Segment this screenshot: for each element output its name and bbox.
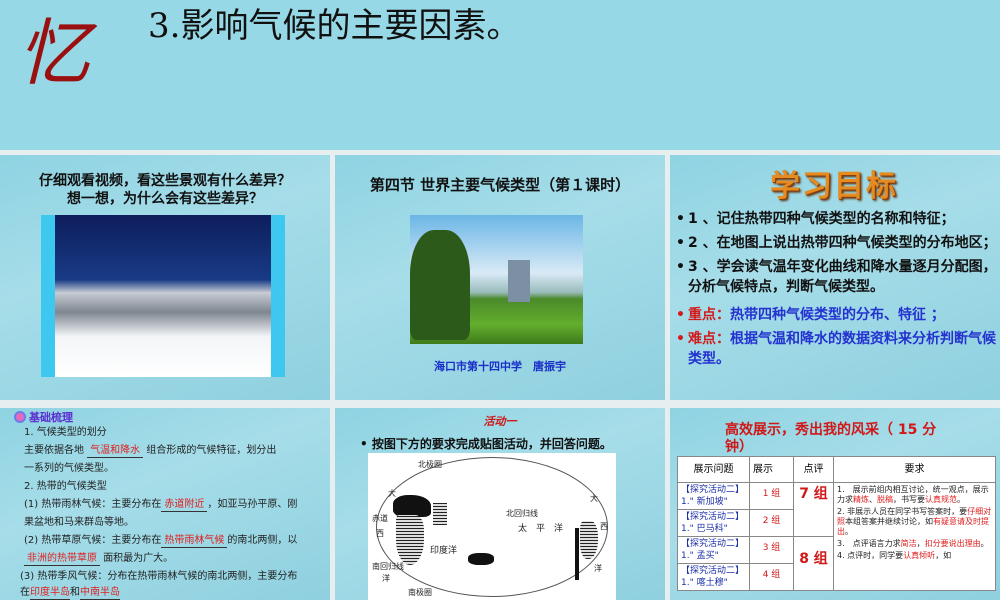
slide-presentation[interactable]: 高效展示，秀出我的风采（ 15 分钟） 展示问题 展示 点评 要求 【探究活动二】 1.… <box>670 408 1000 600</box>
goal-item: • 2 、在地图上说出热带四种气候类型的分布地区； <box>676 235 997 251</box>
slide-basic-review[interactable]: 基础梳理 1. 气候类型的划分 主要依据各地 气温和降水 组合形成的气候特征，划… <box>0 408 330 600</box>
slide-learning-goals[interactable]: 学习目标 • 1 、记住热带四种气候类型的名称和特征； • 2 、在地图上说出热带四… <box>670 155 1000 400</box>
slide-activity-one[interactable]: 活动一 • 按图下方的要求完成贴图活动，并回答问题。 赤道 北回归线 南回归线 … <box>335 408 665 600</box>
table-row: 【探究活动二】 1." 新加坡" 1 组7 组 1. 展示前组内相互讨论，统一观点，… <box>677 482 996 591</box>
bullet-icon <box>14 411 26 423</box>
basic-review-tag: 基础梳理 <box>14 411 73 424</box>
slide-video-question[interactable]: 仔细观看视频，看这些景观有什么差异？ 想一想，为什么会有这些差异？ <box>0 155 330 400</box>
question-text: 仔细观看视频，看这些景观有什么差异？ 想一想，为什么会有这些差异？ <box>39 173 291 207</box>
slide-cover[interactable]: 第四节 世界主要气候类型（第１课时） 海口市第十四中学 唐振宇 <box>335 155 665 400</box>
goals-list: • 1 、记住热带四种气候类型的名称和特征； • 2 、在地图上说出热带四种气候类型… <box>676 209 998 373</box>
goal-item: • 1 、记住热带四种气候类型的名称和特征； <box>676 211 955 227</box>
slide-review-factors[interactable]: 忆 3.影响气候的主要因素。 <box>0 0 1000 150</box>
cover-title: 第四节 世界主要气候类型（第１课时） <box>369 176 631 194</box>
review-text: 1. 气候类型的划分 主要依据各地 气温和降水 组合形成的气候特征，划分出 一系… <box>20 427 298 600</box>
recall-char-logo: 忆 <box>18 11 91 95</box>
answer-blank: 印度半岛 <box>30 587 70 600</box>
world-climate-map[interactable]: 赤道 北回归线 南回归线 太 平 洋 印度洋 大 西 洋 大 西 洋 北极圈 南… <box>368 453 616 600</box>
goals-heading: 学习目标 <box>770 169 898 204</box>
goal-item: • 3 、学会读气温年变化曲线和降水量逐月分配图，分析气候特点，判断气候类型。 <box>676 259 997 295</box>
tropical-park-image <box>410 215 583 344</box>
presentation-title: 高效展示，秀出我的风采（ 15 分钟） <box>725 422 937 455</box>
answer-blank: 气温和降水 <box>87 444 144 458</box>
difficult-point: • 难点：根据气温和降水的数据资料来分析判断气候类型。 <box>676 331 996 367</box>
activity-title: 活动一 <box>483 415 517 428</box>
snow-mountain-image <box>41 215 285 377</box>
author-text: 海口市第十四中学 唐振宇 <box>434 360 566 373</box>
answer-blank: 热带雨林气候 <box>161 534 228 548</box>
answer-blank: 赤道附近 <box>161 498 208 512</box>
activity-instruction: • 按图下方的要求完成贴图活动，并回答问题。 <box>360 437 612 451</box>
answer-blank: 非洲的热带草原 <box>24 552 100 566</box>
slide-title: 3.影响气候的主要因素。 <box>148 6 521 46</box>
presentation-table: 展示问题 展示 点评 要求 【探究活动二】 1." 新加坡" 1 组7 组 1. 展示前组… <box>677 456 996 591</box>
answer-blank: 中南半岛 <box>80 587 120 600</box>
key-point: • 重点：热带四种气候类型的分布、特征 ； <box>676 307 945 323</box>
